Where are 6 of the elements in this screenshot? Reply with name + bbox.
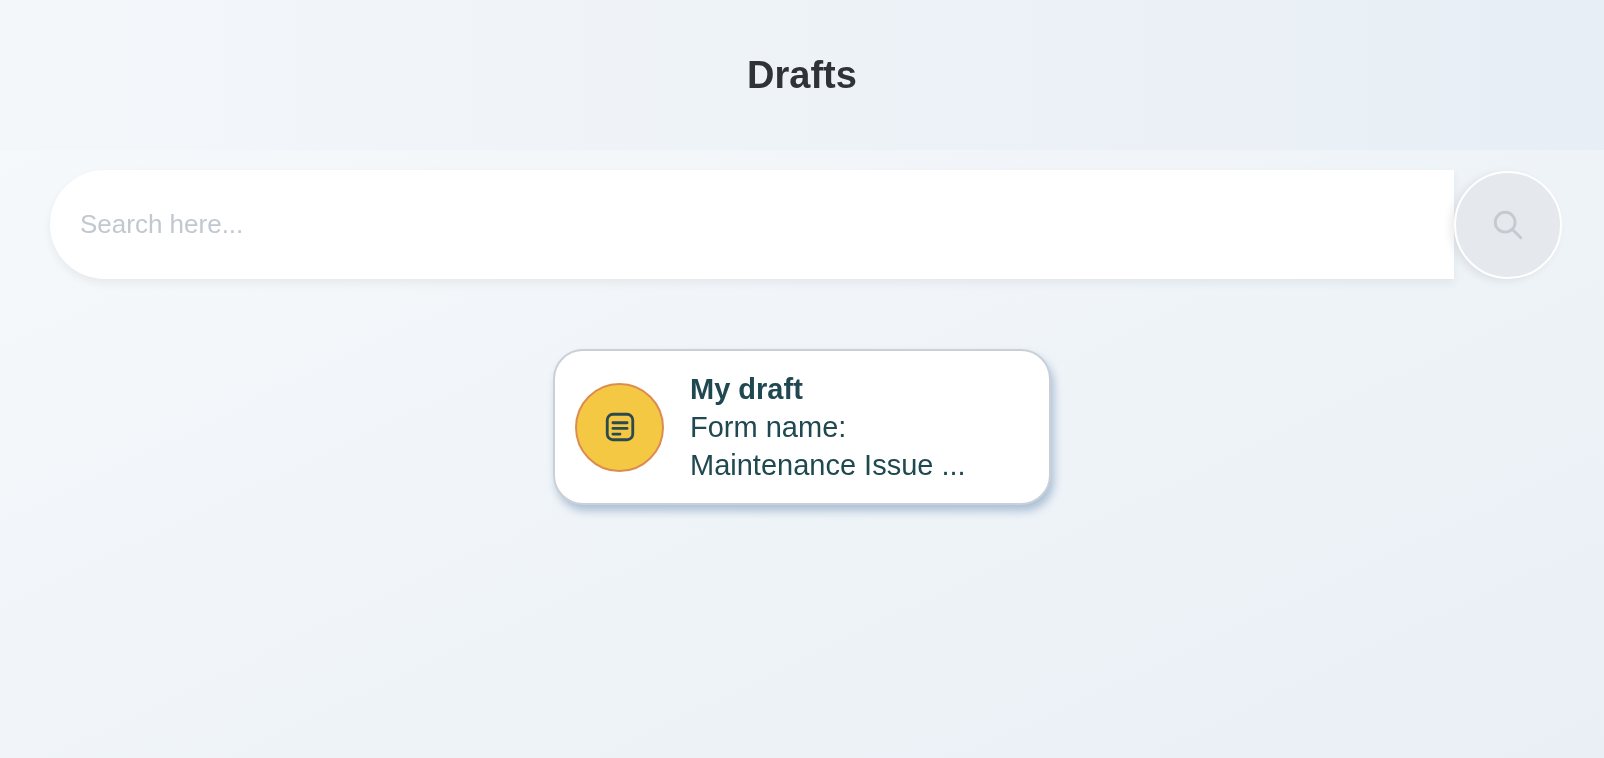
draft-title: My draft [690,372,804,407]
page-title: Drafts [747,52,857,98]
draft-detail: Maintenance Issue ... [690,448,966,483]
search-field[interactable]: Search here... [50,170,1454,279]
draft-card[interactable]: My draft Form name: Maintenance Issue ... [553,349,1051,505]
draft-detail: Form name: [690,410,848,445]
